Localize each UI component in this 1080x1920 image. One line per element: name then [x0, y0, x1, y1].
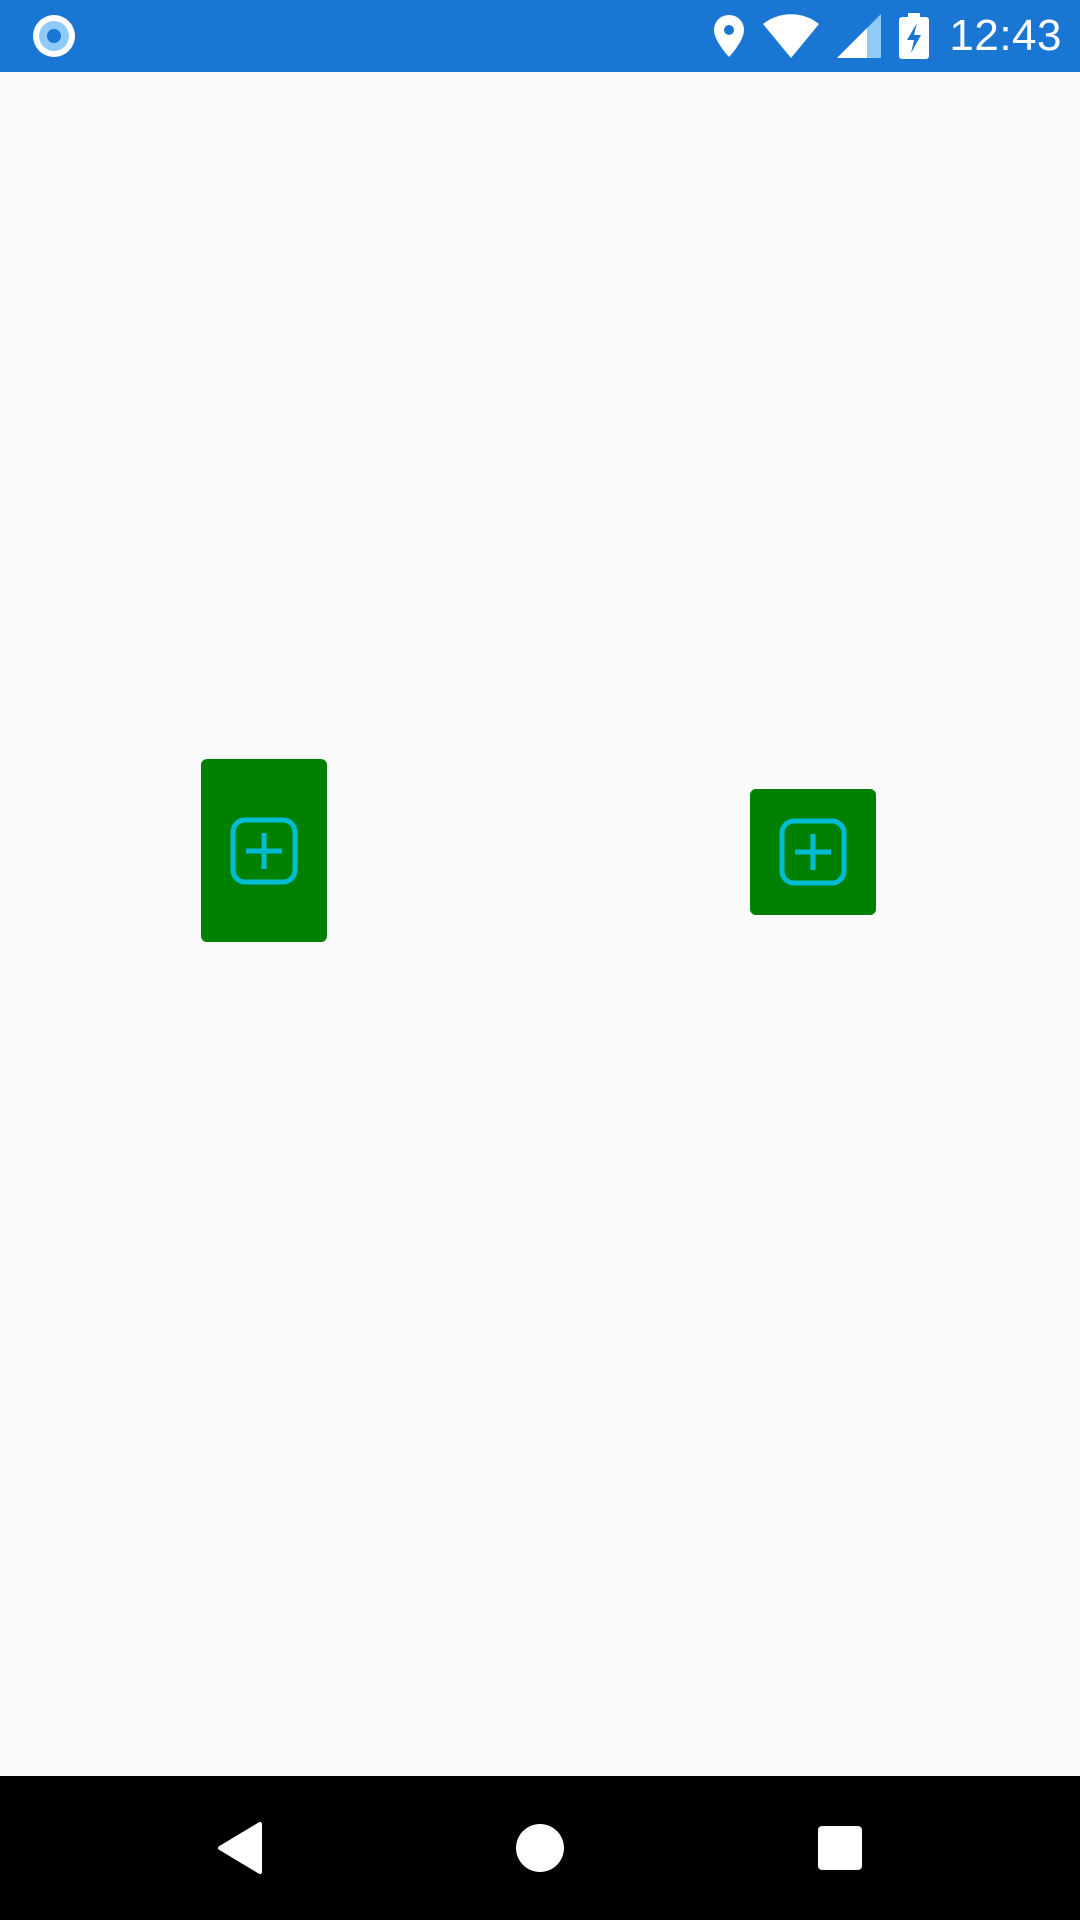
screen: 12:43: [0, 0, 1080, 1920]
status-time: 12:43: [949, 11, 1062, 60]
app-notification-icon: [33, 15, 75, 57]
back-button[interactable]: [168, 1776, 312, 1920]
back-icon: [218, 1822, 262, 1874]
status-icons: 12:43: [695, 0, 1062, 72]
home-button[interactable]: [468, 1776, 612, 1920]
main-content: [0, 72, 1080, 1776]
battery-charging-icon: [899, 12, 930, 60]
wifi-icon: [763, 12, 820, 60]
status-bar: 12:43: [0, 0, 1080, 72]
location-icon: [713, 12, 745, 60]
add-button-square[interactable]: [750, 789, 876, 915]
recents-icon: [818, 1826, 862, 1870]
home-icon: [516, 1824, 564, 1872]
add-box-icon: [230, 817, 298, 884]
recents-button[interactable]: [768, 1776, 912, 1920]
cellular-signal-icon: [837, 12, 882, 60]
add-box-icon: [779, 818, 847, 886]
navigation-bar: [0, 1776, 1080, 1920]
add-button-tall[interactable]: [201, 759, 327, 942]
